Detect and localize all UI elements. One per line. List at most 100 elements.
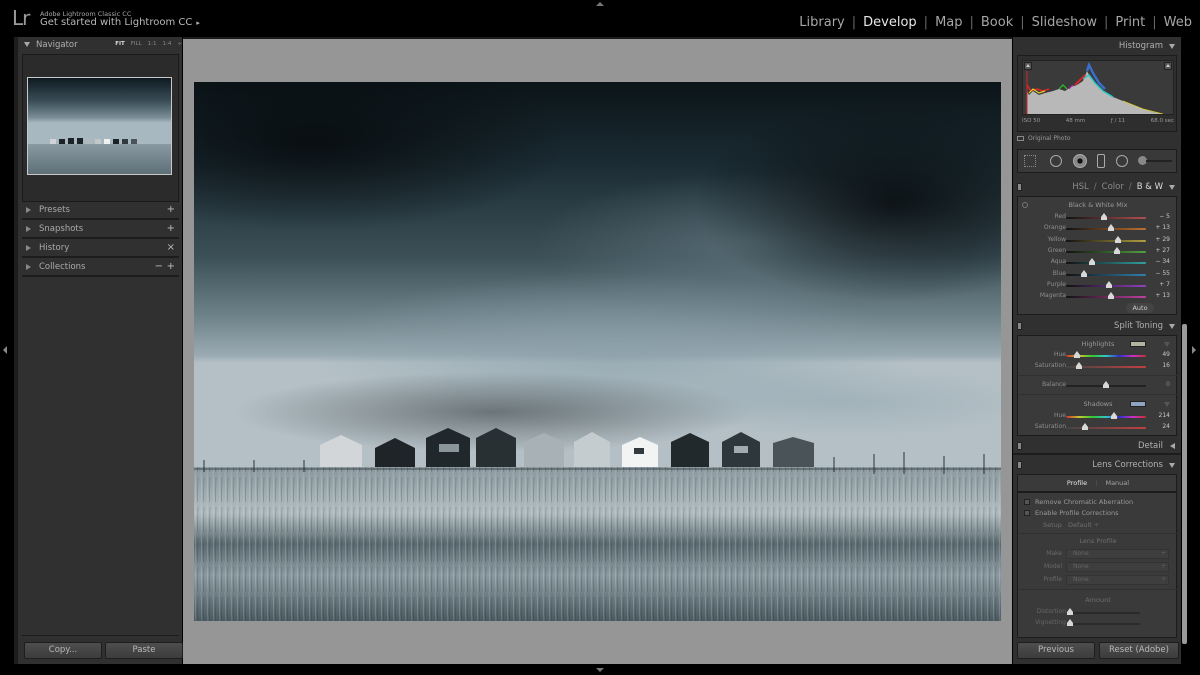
slider-knob[interactable] — [1114, 235, 1121, 243]
bw-slider-magenta[interactable]: Magenta + 13 — [1018, 291, 1178, 302]
module-map[interactable]: Map — [935, 15, 962, 30]
bw-slider-green[interactable]: Green + 27 — [1018, 246, 1178, 257]
shadows-hue-value[interactable]: 214 — [1159, 412, 1170, 419]
vignetting-slider[interactable]: Vignetting — [1018, 618, 1178, 629]
paste-settings-button[interactable]: Paste — [105, 642, 183, 659]
scrollbar-thumb[interactable] — [1182, 324, 1187, 644]
navigator-thumbnail[interactable] — [27, 77, 172, 175]
red-eye-icon[interactable] — [1073, 154, 1087, 168]
slider-knob[interactable] — [1075, 362, 1082, 369]
slider-track[interactable] — [1066, 250, 1146, 253]
slider-track[interactable] — [1068, 623, 1140, 625]
panel-toggle-switch[interactable] — [1017, 322, 1022, 330]
slider-knob[interactable] — [1089, 258, 1096, 266]
bw-slider-orange[interactable]: Orange + 13 — [1018, 223, 1178, 234]
bw-slider-red[interactable]: Red − 5 — [1018, 212, 1178, 223]
presets-section-header[interactable]: Presets + — [22, 202, 179, 220]
clear-history-icon[interactable]: × — [167, 242, 175, 253]
slider-knob[interactable] — [1110, 412, 1117, 419]
slider-value[interactable]: + 7 — [1159, 281, 1170, 288]
distortion-slider[interactable]: Distortion — [1018, 607, 1178, 618]
tab-profile[interactable]: Profile — [1067, 479, 1087, 487]
shadows-hue-slider[interactable]: Hue 214 — [1018, 411, 1178, 422]
slider-knob[interactable] — [1113, 246, 1120, 254]
collections-section-header[interactable]: Collections − + — [22, 259, 179, 277]
histogram-header[interactable]: Histogram — [1013, 38, 1181, 55]
right-panel-toggle-icon[interactable] — [1192, 346, 1196, 354]
highlights-picker-icon[interactable] — [1164, 342, 1170, 347]
history-section-header[interactable]: History × — [22, 240, 179, 258]
original-photo-toggle[interactable]: Original Photo — [1017, 135, 1071, 142]
remove-ca-option[interactable]: Remove Chromatic Aberration — [1024, 498, 1133, 506]
auto-button[interactable]: Auto — [1126, 303, 1154, 313]
slider-knob[interactable] — [1108, 224, 1115, 232]
remove-ca-checkbox[interactable] — [1024, 499, 1030, 505]
lens-corrections-header[interactable]: Lens Corrections — [1013, 457, 1181, 474]
highlights-hue-slider[interactable]: Hue 49 — [1018, 350, 1178, 361]
slider-track[interactable] — [1068, 612, 1140, 614]
panel-toggle-switch[interactable] — [1017, 442, 1022, 450]
balance-value[interactable]: 0 — [1166, 381, 1170, 388]
left-panel-toggle-icon[interactable] — [3, 346, 7, 354]
original-photo-checkbox[interactable] — [1017, 136, 1024, 141]
enable-profile-option[interactable]: Enable Profile Corrections — [1024, 509, 1119, 517]
slider-knob[interactable] — [1067, 619, 1073, 626]
slider-value[interactable]: − 34 — [1155, 258, 1170, 265]
slider-knob[interactable] — [1081, 269, 1087, 277]
slider-track[interactable] — [1066, 273, 1146, 276]
add-collection-icon[interactable]: + — [167, 261, 175, 272]
zoom-1-1[interactable]: 1:1 — [148, 41, 157, 47]
slider-knob[interactable] — [1101, 213, 1107, 220]
shadows-saturation-slider[interactable]: Saturation 24 — [1018, 422, 1178, 433]
module-print[interactable]: Print — [1115, 15, 1145, 30]
slider-value[interactable]: + 29 — [1155, 236, 1170, 243]
slider-knob[interactable] — [1108, 292, 1115, 300]
crop-overlay-icon[interactable] — [1024, 155, 1036, 167]
highlights-saturation-slider[interactable]: Saturation 16 — [1018, 361, 1178, 372]
zoom-fill[interactable]: FILL — [131, 41, 142, 47]
panel-toggle-switch[interactable] — [1017, 183, 1022, 191]
tab-bw[interactable]: B & W — [1137, 182, 1163, 192]
snapshots-section-header[interactable]: Snapshots + — [22, 221, 179, 239]
enable-profile-checkbox[interactable] — [1024, 510, 1030, 516]
slider-value[interactable]: − 55 — [1155, 270, 1170, 277]
slider-track[interactable] — [1066, 416, 1146, 418]
zoom-stepper-icon[interactable]: ÷ — [177, 41, 182, 47]
highlights-color-swatch[interactable] — [1130, 341, 1146, 347]
shadows-saturation-value[interactable]: 24 — [1162, 423, 1170, 430]
setup-select[interactable]: Default ÷ — [1068, 521, 1099, 529]
slider-value[interactable]: + 13 — [1155, 292, 1170, 299]
slider-track[interactable] — [1066, 228, 1146, 231]
spot-removal-icon[interactable] — [1050, 155, 1062, 167]
bw-slider-purple[interactable]: Purple + 7 — [1018, 280, 1178, 291]
zoom-fit[interactable]: FIT — [115, 41, 125, 47]
graduated-filter-icon[interactable] — [1097, 154, 1105, 168]
slider-track[interactable] — [1066, 239, 1146, 242]
shadows-color-swatch[interactable] — [1130, 401, 1146, 407]
tab-manual[interactable]: Manual — [1105, 479, 1129, 487]
hsl-bw-header[interactable]: HSL / Color / B & W — [1013, 179, 1181, 196]
shadows-picker-icon[interactable] — [1164, 402, 1170, 407]
zoom-1-4[interactable]: 1:4 — [163, 41, 172, 47]
module-slideshow[interactable]: Slideshow — [1032, 15, 1097, 30]
highlights-hue-value[interactable]: 49 — [1162, 351, 1170, 358]
main-photo[interactable] — [194, 82, 1001, 621]
panel-toggle-switch[interactable] — [1017, 461, 1022, 469]
radial-filter-icon[interactable] — [1116, 155, 1128, 167]
copy-settings-button[interactable]: Copy... — [24, 642, 102, 659]
slider-value[interactable]: + 27 — [1155, 247, 1170, 254]
tab-hsl[interactable]: HSL — [1072, 182, 1089, 192]
detail-header[interactable]: Detail — [1013, 438, 1181, 455]
slider-knob[interactable] — [1105, 280, 1112, 288]
add-snapshot-icon[interactable]: + — [167, 223, 175, 234]
slider-value[interactable]: − 5 — [1159, 213, 1170, 220]
add-preset-icon[interactable]: + — [167, 204, 175, 215]
brush-size-slider[interactable] — [1146, 160, 1172, 162]
reset-button[interactable]: Reset (Adobe) — [1099, 642, 1179, 659]
module-library[interactable]: Library — [799, 15, 844, 30]
top-panel-toggle-icon[interactable] — [596, 2, 604, 6]
tab-color[interactable]: Color — [1102, 182, 1124, 192]
bw-slider-aqua[interactable]: Aqua − 34 — [1018, 257, 1178, 268]
make-select[interactable]: None — [1066, 549, 1169, 559]
split-toning-header[interactable]: Split Toning — [1013, 318, 1181, 335]
